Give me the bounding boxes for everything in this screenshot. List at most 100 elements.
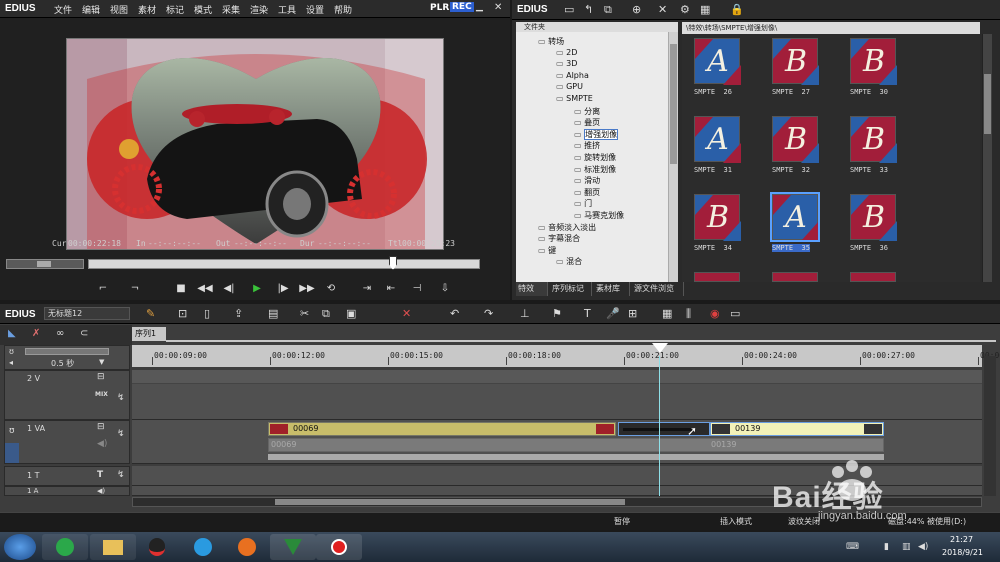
layout-icon[interactable]: ▭ bbox=[730, 307, 740, 320]
menu-item[interactable]: 素材 bbox=[138, 3, 156, 16]
track-remove-icon[interactable]: ✗ bbox=[32, 328, 40, 339]
tree-item[interactable]: ▭ 增强划像 bbox=[574, 128, 619, 140]
transition-thumbnail-partial[interactable] bbox=[694, 272, 740, 282]
track-add-icon[interactable]: ◣ bbox=[8, 328, 16, 339]
tree-item[interactable]: ▭ 3D bbox=[556, 59, 577, 68]
play-icon[interactable]: ▶ bbox=[248, 280, 266, 296]
minimize-icon[interactable]: ▁ bbox=[476, 2, 483, 12]
sync-icon[interactable]: ʊ bbox=[9, 347, 14, 356]
tree-item[interactable]: ▭ 键 bbox=[538, 245, 556, 256]
record-icon[interactable]: ◉ bbox=[710, 307, 720, 320]
view-icon[interactable]: ⧉ bbox=[604, 3, 612, 17]
transition-thumbnail[interactable]: B bbox=[850, 38, 897, 85]
mode-icon[interactable]: ✎ bbox=[146, 307, 155, 320]
taskbar-360-icon[interactable] bbox=[42, 534, 88, 560]
add-icon[interactable]: ⊕ bbox=[632, 3, 641, 16]
step-back-icon[interactable]: ◀| bbox=[220, 280, 238, 296]
menu-item[interactable]: 设置 bbox=[306, 3, 324, 16]
tree-item[interactable]: ▭ GPU bbox=[556, 82, 583, 91]
set-in-icon[interactable]: ⌐ bbox=[94, 280, 112, 296]
track-va1[interactable]: 00069 00139 00069 00139 bbox=[132, 420, 982, 464]
mic-icon[interactable]: 🎤 bbox=[606, 307, 620, 320]
overwrite-icon[interactable]: ⇤ bbox=[382, 280, 400, 296]
project-name[interactable]: 无标题12 bbox=[44, 307, 130, 320]
title-track-icon[interactable]: T bbox=[97, 470, 103, 480]
snap-icon[interactable]: ⊥ bbox=[520, 307, 530, 320]
tray-usb-icon[interactable]: ▮ bbox=[884, 542, 889, 552]
step-forward-icon[interactable]: |▶ bbox=[274, 280, 292, 296]
expand-icon[interactable]: ↯ bbox=[117, 393, 125, 403]
tree-item[interactable]: ▭ 翻页 bbox=[574, 187, 600, 198]
menu-item[interactable]: 渲染 bbox=[250, 3, 268, 16]
audio-mute-icon[interactable]: ◀) bbox=[97, 439, 107, 449]
save-icon[interactable]: ▤ bbox=[268, 307, 278, 320]
expand-icon[interactable]: ↯ bbox=[117, 429, 125, 439]
rec-button[interactable]: REC bbox=[450, 2, 474, 12]
export-icon[interactable]: ⇩ bbox=[436, 280, 454, 296]
menu-item[interactable]: 标记 bbox=[166, 3, 184, 16]
bin-tab[interactable]: 源文件浏览 bbox=[632, 282, 684, 296]
zoom-slider[interactable] bbox=[25, 348, 109, 355]
up-folder-icon[interactable]: ↰ bbox=[584, 3, 593, 16]
clip-00139[interactable]: 00139 bbox=[710, 422, 884, 436]
stop-icon[interactable]: ■ bbox=[172, 280, 190, 296]
transition-thumbnail-partial[interactable] bbox=[850, 272, 896, 282]
video-mute-icon[interactable]: ⊟ bbox=[97, 422, 105, 432]
taskbar-media-icon[interactable] bbox=[180, 534, 226, 560]
tray-volume-icon[interactable]: ◀) bbox=[918, 542, 928, 552]
status-ripple[interactable]: 波纹关闭 bbox=[788, 516, 820, 527]
grid-icon[interactable]: ▦ bbox=[662, 307, 672, 320]
grid-view-icon[interactable]: ▦ bbox=[700, 3, 710, 16]
plr-button[interactable]: PLR bbox=[430, 3, 449, 13]
mixer-icon[interactable]: ⫼ bbox=[686, 307, 691, 321]
zoom-dropdown-icon[interactable]: ▼ bbox=[99, 358, 104, 366]
loop-icon[interactable]: ⟲ bbox=[322, 280, 340, 296]
lock-icon[interactable]: 🔒 bbox=[730, 3, 744, 16]
tree-item[interactable]: ▭ 分离 bbox=[574, 106, 600, 117]
transition-thumbnail[interactable]: B bbox=[694, 194, 741, 241]
menu-item[interactable]: 模式 bbox=[194, 3, 212, 16]
copy-icon[interactable]: ⧉ bbox=[322, 307, 330, 321]
status-insert-mode[interactable]: 插入模式 bbox=[720, 516, 752, 527]
delete-icon[interactable]: ✕ bbox=[658, 3, 667, 16]
new-icon[interactable]: ▯ bbox=[204, 307, 210, 320]
redo-icon[interactable]: ↷ bbox=[484, 307, 493, 320]
group-icon[interactable]: ⊂ bbox=[80, 328, 88, 339]
taskbar-record-icon[interactable] bbox=[316, 534, 362, 560]
insert-to-timeline-icon[interactable]: ⇥ bbox=[358, 280, 376, 296]
tree-item[interactable]: ▭ 推挤 bbox=[574, 140, 600, 151]
tab-sequence1[interactable]: 序列1 bbox=[132, 327, 166, 341]
bin-tab[interactable]: 序列标记 bbox=[550, 282, 592, 296]
tree-item[interactable]: ▭ 叠页 bbox=[574, 117, 600, 128]
tray-keyboard-icon[interactable]: ⌨ bbox=[846, 542, 859, 552]
menu-item[interactable]: 视图 bbox=[110, 3, 128, 16]
transition-thumbnail[interactable]: A bbox=[694, 38, 741, 85]
tree-item[interactable]: ▭ 旋转划像 bbox=[574, 152, 616, 163]
transition-thumbnail[interactable]: B bbox=[772, 116, 819, 163]
taskbar-firefox-icon[interactable] bbox=[224, 534, 270, 560]
paste-icon[interactable]: ▣ bbox=[346, 307, 356, 320]
link-icon[interactable]: ∞ bbox=[56, 328, 64, 339]
transition-thumbnail-partial[interactable] bbox=[772, 272, 818, 282]
cut-icon[interactable]: ✂ bbox=[300, 307, 309, 320]
track-t1[interactable] bbox=[132, 466, 982, 486]
fast-forward-icon[interactable]: ▶▶ bbox=[298, 280, 316, 296]
tree-scrollbar[interactable] bbox=[668, 32, 678, 282]
track-v2[interactable] bbox=[132, 370, 982, 420]
properties-icon[interactable]: ⚙ bbox=[680, 3, 690, 16]
close-icon[interactable]: ✕ bbox=[494, 2, 502, 13]
tray-network-icon[interactable]: ▥ bbox=[902, 542, 911, 552]
menu-item[interactable]: 文件 bbox=[54, 3, 72, 16]
tree-item[interactable]: ▭ 标准划像 bbox=[574, 164, 616, 175]
taskbar-explorer-icon[interactable] bbox=[90, 534, 136, 560]
open-icon[interactable]: ⇪ bbox=[234, 307, 243, 320]
track-patch[interactable] bbox=[5, 443, 19, 463]
shuttle-slider[interactable] bbox=[6, 259, 84, 269]
folder-icon[interactable]: ▭ bbox=[564, 3, 574, 16]
menu-item[interactable]: 帮助 bbox=[334, 3, 352, 16]
tree-item[interactable]: ▭ 马赛克划像 bbox=[574, 210, 624, 221]
taskbar-qq-icon[interactable] bbox=[134, 534, 180, 560]
timeline-scrollbar[interactable] bbox=[132, 497, 982, 507]
tree-item[interactable]: ▭ 门 bbox=[574, 198, 592, 209]
set-out-icon[interactable]: ¬ bbox=[126, 280, 144, 296]
